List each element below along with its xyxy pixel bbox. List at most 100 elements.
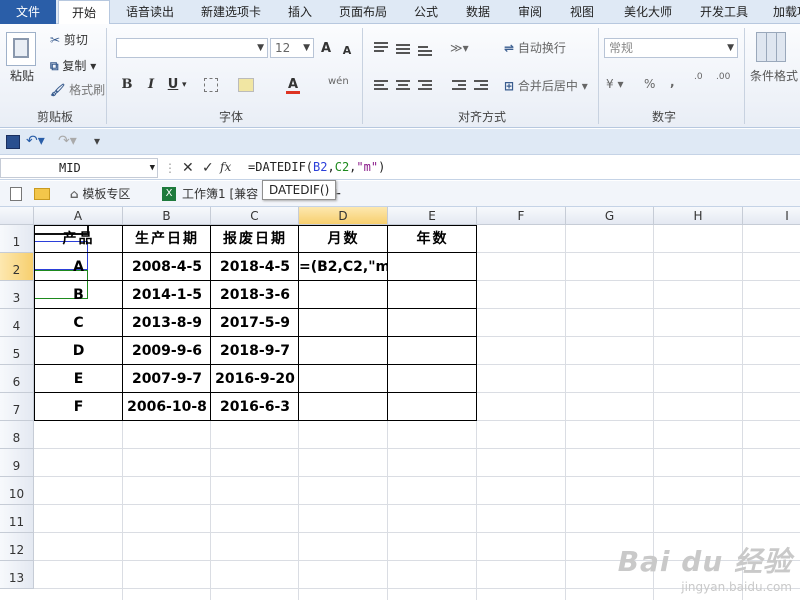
table-cell[interactable]: 2016-9-20 <box>211 365 299 393</box>
align-top-icon[interactable] <box>374 42 388 54</box>
decrease-indent-icon[interactable] <box>452 80 466 92</box>
align-middle-icon[interactable] <box>396 44 410 56</box>
border-icon[interactable] <box>204 78 218 92</box>
row-header-12[interactable]: 12 <box>0 533 34 561</box>
table-header-cell[interactable]: 年数 <box>388 225 477 253</box>
tab-file[interactable]: 文件 <box>0 0 56 24</box>
font-name-dropdown[interactable]: ▼ <box>116 38 268 58</box>
table-cell[interactable]: A <box>34 253 123 281</box>
table-cell[interactable]: 2009-9-6 <box>123 337 211 365</box>
table-cell[interactable]: 2007-9-7 <box>123 365 211 393</box>
row-header-2[interactable]: 2 <box>0 253 34 281</box>
align-right-icon[interactable] <box>418 80 432 92</box>
tab-new-tab[interactable]: 新建选项卡 <box>190 0 272 24</box>
cancel-icon[interactable]: ✕ <box>182 160 194 176</box>
table-cell[interactable] <box>299 337 388 365</box>
customize-toolbar-icon[interactable]: ▾ <box>94 133 100 149</box>
column-header-h[interactable]: H <box>654 207 743 225</box>
row-header-13[interactable]: 13 <box>0 561 34 589</box>
comma-button[interactable]: , <box>670 74 675 90</box>
table-cell[interactable]: B <box>34 281 123 309</box>
format-painter-button[interactable]: 🖌 格式刷 <box>50 82 105 98</box>
table-cell[interactable] <box>299 365 388 393</box>
decrease-font-button[interactable]: A <box>340 42 354 60</box>
conditional-format-button[interactable]: 条件格式 <box>750 68 798 84</box>
enter-icon[interactable]: ✓ <box>202 160 214 176</box>
workbook-tab[interactable]: X 工作簿1 [兼容 <box>162 186 258 202</box>
name-box[interactable]: MID ▼ <box>0 158 158 178</box>
table-cell[interactable]: 2018-4-5 <box>211 253 299 281</box>
column-header-i[interactable]: I <box>743 207 800 225</box>
row-header-7[interactable]: 7 <box>0 393 34 421</box>
italic-button[interactable]: I <box>144 76 158 94</box>
merge-center-button[interactable]: ⊞ 合并后居中 ▾ <box>504 78 588 94</box>
table-cell[interactable]: =(B2,C2,"m") <box>299 253 388 281</box>
column-header-c[interactable]: C <box>211 207 299 225</box>
table-cell[interactable]: E <box>34 365 123 393</box>
table-cell[interactable] <box>388 337 477 365</box>
column-header-f[interactable]: F <box>477 207 566 225</box>
select-all-corner[interactable] <box>0 207 34 225</box>
increase-font-button[interactable]: A <box>318 40 334 58</box>
bold-button[interactable]: B <box>120 76 134 94</box>
row-header-9[interactable]: 9 <box>0 449 34 477</box>
column-header-g[interactable]: G <box>566 207 654 225</box>
cut-button[interactable]: ✂ 剪切 <box>50 32 88 48</box>
table-cell[interactable] <box>388 309 477 337</box>
table-cell[interactable] <box>299 309 388 337</box>
table-cell[interactable]: 2008-4-5 <box>123 253 211 281</box>
save-icon[interactable] <box>6 135 20 149</box>
table-cell[interactable] <box>299 393 388 421</box>
tab-home[interactable]: 开始 <box>58 0 110 25</box>
percent-button[interactable]: % <box>644 76 655 92</box>
align-left-icon[interactable] <box>374 80 388 92</box>
column-header-b[interactable]: B <box>123 207 211 225</box>
table-cell[interactable]: 2006-10-8 <box>123 393 211 421</box>
table-cell[interactable]: 2016-6-3 <box>211 393 299 421</box>
row-header-6[interactable]: 6 <box>0 365 34 393</box>
underline-dropdown-icon[interactable]: ▾ <box>182 77 187 93</box>
paste-icon[interactable] <box>6 32 36 66</box>
align-bottom-icon[interactable] <box>418 46 432 58</box>
template-zone-tab[interactable]: ⌂ 模板专区 <box>70 186 130 202</box>
align-center-icon[interactable] <box>396 80 410 92</box>
row-header-3[interactable]: 3 <box>0 281 34 309</box>
wrap-text-button[interactable]: ⇌ 自动换行 <box>504 40 566 56</box>
table-cell[interactable] <box>388 365 477 393</box>
table-cell[interactable]: 2018-3-6 <box>211 281 299 309</box>
tab-beautify-master[interactable]: 美化大师 <box>612 0 684 24</box>
tab-developer[interactable]: 开发工具 <box>690 0 758 24</box>
table-cell[interactable] <box>388 253 477 281</box>
formula-input[interactable]: =DATEDIF(B2,C2,"m") <box>248 158 385 176</box>
phonetic-icon[interactable]: wén <box>328 74 349 90</box>
tab-read-aloud[interactable]: 语音读出 <box>114 0 186 24</box>
underline-button[interactable]: U <box>166 76 180 94</box>
table-cell[interactable]: 2018-9-7 <box>211 337 299 365</box>
table-cell[interactable]: C <box>34 309 123 337</box>
column-header-a[interactable]: A <box>34 207 123 225</box>
row-header-1[interactable]: 1 <box>0 225 34 253</box>
table-header-cell[interactable]: 月数 <box>299 225 388 253</box>
tab-view[interactable]: 视图 <box>560 0 604 24</box>
font-size-dropdown[interactable]: 12 ▼ <box>270 38 314 58</box>
copy-button[interactable]: ⧉ 复制 ▾ <box>50 58 96 74</box>
increase-indent-icon[interactable] <box>474 80 488 92</box>
tab-addins[interactable]: 加载项 <box>766 0 800 24</box>
redo-icon[interactable]: ↷▾ <box>58 133 77 149</box>
table-cell[interactable] <box>388 393 477 421</box>
new-document-icon[interactable] <box>10 187 22 201</box>
decrease-decimal-button[interactable]: .00 <box>716 72 730 82</box>
tab-insert[interactable]: 插入 <box>278 0 322 24</box>
number-format-dropdown[interactable]: 常规 ▼ <box>604 38 738 58</box>
column-header-d[interactable]: D <box>299 207 388 225</box>
row-header-5[interactable]: 5 <box>0 337 34 365</box>
insert-function-button[interactable]: fx <box>220 159 231 175</box>
tab-formulas[interactable]: 公式 <box>404 0 448 24</box>
column-header-e[interactable]: E <box>388 207 477 225</box>
table-header-cell[interactable]: 生产日期 <box>123 225 211 253</box>
tab-review[interactable]: 审阅 <box>508 0 552 24</box>
tab-page-layout[interactable]: 页面布局 <box>330 0 396 24</box>
row-header-11[interactable]: 11 <box>0 505 34 533</box>
row-header-8[interactable]: 8 <box>0 421 34 449</box>
currency-icon[interactable]: ¥ ▾ <box>606 76 623 92</box>
